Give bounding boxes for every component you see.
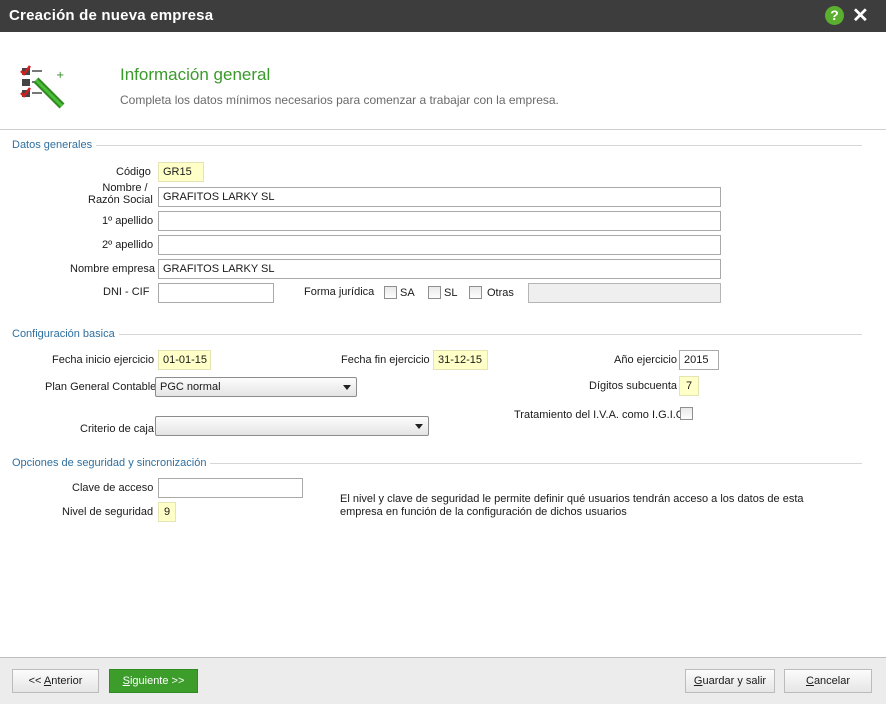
codigo-field[interactable]: GR15 xyxy=(158,162,204,182)
header-subtitle: Completa los datos mínimos necesarios pa… xyxy=(120,93,559,107)
close-icon[interactable]: ✕ xyxy=(852,3,869,28)
section-datos-generales: Datos generales xyxy=(12,139,97,151)
forma-sl-checkbox[interactable] xyxy=(428,286,441,299)
criterio-caja-select[interactable] xyxy=(155,416,429,436)
window-title: Creación de nueva empresa xyxy=(9,7,214,24)
anio-ejercicio-label: Año ejercicio xyxy=(614,354,677,366)
anterior-button[interactable]: << Anterior xyxy=(12,669,99,693)
section-divider xyxy=(12,145,862,146)
forma-otras-label: Otras xyxy=(487,287,514,299)
header-title: Información general xyxy=(120,65,271,84)
guardar-salir-button[interactable]: Guardar y salir xyxy=(685,669,775,693)
plan-contable-label: Plan General Contable xyxy=(45,381,157,393)
forma-otras-checkbox[interactable] xyxy=(469,286,482,299)
cancelar-label: ancelar xyxy=(813,675,851,687)
cancelar-button[interactable]: Cancelar xyxy=(784,669,872,693)
nombre-label-1: Nombre / xyxy=(102,182,148,194)
fecha-inicio-field[interactable]: 01-01-15 xyxy=(158,350,211,370)
svg-text:+: + xyxy=(56,70,64,81)
nombre-label-2: Razón Social xyxy=(88,194,153,206)
title-bar: Creación de nueva empresa ? ✕ xyxy=(0,0,886,32)
apellido2-field[interactable] xyxy=(158,235,721,255)
dni-field[interactable] xyxy=(158,283,274,303)
guardar-label: uardar y salir xyxy=(702,675,767,687)
fecha-fin-label: Fecha fin ejercicio xyxy=(341,354,430,366)
forma-sl-label: SL xyxy=(444,287,458,299)
seguridad-info-line-2: empresa en función de la configuración d… xyxy=(340,506,627,518)
codigo-label: Código xyxy=(116,166,151,178)
forma-sa-checkbox[interactable] xyxy=(384,286,397,299)
plan-contable-value: PGC normal xyxy=(160,381,221,393)
nivel-seguridad-field[interactable]: 9 xyxy=(158,502,176,522)
cancelar-accesskey: C xyxy=(805,675,814,687)
chevron-down-icon xyxy=(415,424,423,429)
siguiente-accesskey: S xyxy=(122,675,130,687)
apellido1-field[interactable] xyxy=(158,211,721,231)
fecha-fin-field[interactable]: 31-12-15 xyxy=(433,350,488,370)
nombre-empresa-label: Nombre empresa xyxy=(70,263,155,275)
forma-otras-field xyxy=(528,283,721,303)
forma-juridica-label: Forma jurídica xyxy=(304,286,375,298)
question-icon[interactable]: ? xyxy=(825,6,844,25)
anterior-label: nterior xyxy=(51,675,83,687)
anterior-prefix: << xyxy=(28,675,44,687)
chevron-down-icon xyxy=(343,385,351,390)
section-divider xyxy=(12,334,862,335)
plan-contable-select[interactable]: PGC normal xyxy=(155,377,357,397)
forma-sa-label: SA xyxy=(400,287,415,299)
apellido2-label: 2º apellido xyxy=(102,239,154,251)
siguiente-label: iguiente >> xyxy=(129,675,185,687)
criterio-caja-label: Criterio de caja xyxy=(80,423,154,435)
seguridad-info-line-1: El nivel y clave de seguridad le permite… xyxy=(340,493,804,505)
digitos-subcuenta-label: Dígitos subcuenta xyxy=(589,380,678,392)
section-seguridad: Opciones de seguridad y sincronización xyxy=(12,457,211,469)
iva-igic-label: Tratamiento del I.V.A. como I.G.I.C. xyxy=(514,409,687,421)
nombre-empresa-field[interactable]: GRAFITOS LARKY SL xyxy=(158,259,721,279)
anio-ejercicio-field[interactable]: 2015 xyxy=(679,350,719,370)
section-configuracion: Configuración basica xyxy=(12,328,119,340)
iva-igic-checkbox[interactable] xyxy=(680,407,693,420)
clave-acceso-label: Clave de acceso xyxy=(72,482,154,494)
clave-acceso-field[interactable] xyxy=(158,478,303,498)
checklist-icon: + xyxy=(20,65,65,109)
nombre-field[interactable]: GRAFITOS LARKY SL xyxy=(158,187,721,207)
apellido1-label: 1º apellido xyxy=(102,215,154,227)
fecha-inicio-label: Fecha inicio ejercicio xyxy=(52,354,155,366)
nivel-seguridad-label: Nivel de seguridad xyxy=(62,506,154,518)
header-divider xyxy=(0,129,886,130)
siguiente-button[interactable]: Siguiente >> xyxy=(109,669,198,693)
digitos-subcuenta-field[interactable]: 7 xyxy=(679,376,699,396)
dni-label: DNI - CIF xyxy=(103,286,150,298)
